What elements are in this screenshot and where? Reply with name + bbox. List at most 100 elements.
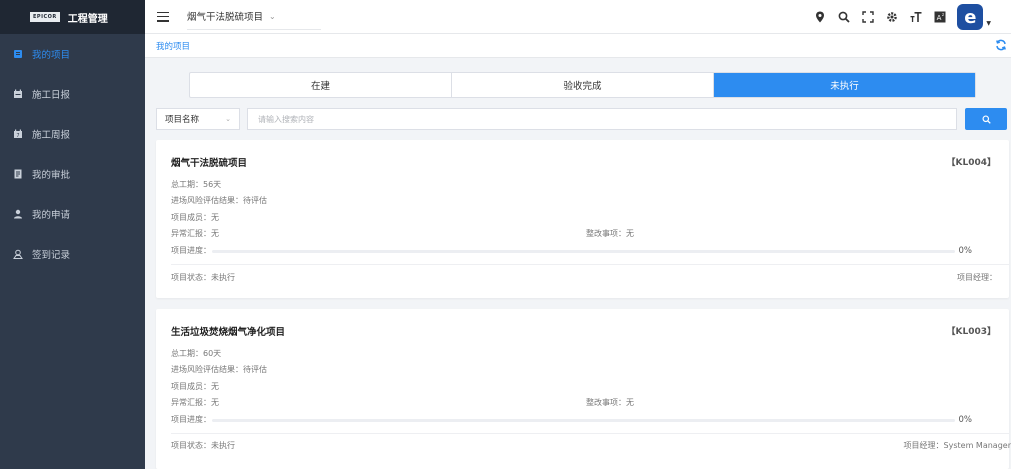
anomaly-value: 无 bbox=[211, 229, 219, 238]
search-input[interactable] bbox=[247, 108, 957, 130]
chevron-down-icon: ⌄ bbox=[269, 11, 276, 21]
status-tabs: 在建 验收完成 未执行 bbox=[189, 72, 976, 98]
settings-icon[interactable] bbox=[885, 11, 898, 24]
user-avatar[interactable]: e bbox=[957, 4, 984, 30]
project-code: 【KL004】 bbox=[946, 158, 997, 168]
project-card[interactable]: 烟气干法脱硫项目 【KL004】 总工期：56天 进场风险评估结果：待评估 项目… bbox=[156, 140, 1009, 298]
sidebar-item-my-approvals[interactable]: 我的审批 bbox=[0, 154, 145, 194]
search-bar: 项目名称 ⌄ bbox=[156, 108, 1009, 130]
progress-percent: 0% bbox=[958, 415, 973, 425]
daily-report-icon bbox=[11, 87, 25, 101]
members-value: 无 bbox=[211, 213, 219, 222]
card-divider bbox=[171, 264, 1009, 265]
manager-field: 项目经理： bbox=[957, 272, 997, 283]
manager-label: 项目经理： bbox=[903, 441, 944, 450]
risk-field: 进场风险评估结果：待评估 bbox=[171, 195, 267, 206]
project-icon bbox=[11, 47, 25, 61]
status-value: 未执行 bbox=[211, 273, 235, 282]
sidebar-item-my-applications[interactable]: 我的申请 bbox=[0, 194, 145, 234]
search-button[interactable] bbox=[965, 108, 1007, 130]
project-code: 【KL003】 bbox=[946, 327, 997, 337]
manager-field: 项目经理：System Manager bbox=[904, 440, 1011, 451]
sidebar-item-checkin-records[interactable]: 签到记录 bbox=[0, 234, 145, 274]
sidebar: EPICOR 工程管理 我的项目 施工日报 7 施工周报 我的审批 我的申请 签… bbox=[0, 0, 145, 469]
chevron-down-icon: ⌄ bbox=[225, 115, 231, 123]
tab-acceptance-completed[interactable]: 验收完成 bbox=[452, 73, 714, 97]
tab-not-executed[interactable]: 未执行 bbox=[714, 73, 975, 97]
project-name[interactable]: 生活垃圾焚烧烟气净化项目 bbox=[171, 324, 285, 338]
members-field: 项目成员：无 bbox=[171, 212, 219, 223]
font-size-icon[interactable] bbox=[909, 11, 922, 24]
sidebar-item-label: 我的审批 bbox=[32, 170, 71, 181]
svg-text:A: A bbox=[936, 14, 941, 22]
progress-label: 项目进度： bbox=[171, 415, 211, 424]
manager-value: System Manager bbox=[943, 441, 1011, 450]
svg-text:z: z bbox=[942, 12, 944, 17]
project-selector[interactable]: 烟气干法脱硫项目 ⌄ bbox=[187, 4, 321, 30]
refresh-icon[interactable] bbox=[995, 39, 1007, 51]
members-value: 无 bbox=[211, 382, 219, 391]
rectification-field: 整改事项：无 bbox=[586, 397, 634, 408]
progress-percent: 0% bbox=[958, 246, 973, 256]
rectification-value: 无 bbox=[626, 229, 634, 238]
main-content: 在建 验收完成 未执行 项目名称 ⌄ 烟气干法脱硫项目 【KL004】 总工期：… bbox=[145, 58, 1011, 469]
progress-bar bbox=[212, 250, 955, 253]
top-header: 烟气干法脱硫项目 ⌄ Az e ▼ bbox=[145, 0, 1011, 34]
progress-bar bbox=[212, 419, 955, 422]
risk-label: 进场风险评估结果： bbox=[171, 365, 243, 374]
project-card[interactable]: 生活垃圾焚烧烟气净化项目 【KL003】 总工期：60天 进场风险评估结果：待评… bbox=[156, 309, 1011, 469]
sidebar-item-label: 施工日报 bbox=[32, 90, 71, 101]
translate-icon[interactable]: Az bbox=[933, 11, 946, 24]
sidebar-item-my-projects[interactable]: 我的项目 bbox=[0, 34, 145, 74]
duration-value: 56天 bbox=[203, 180, 222, 189]
risk-value: 待评估 bbox=[243, 196, 267, 205]
card-divider bbox=[171, 433, 1009, 434]
search-field-select[interactable]: 项目名称 ⌄ bbox=[156, 108, 240, 130]
search-field-value: 项目名称 bbox=[165, 115, 200, 125]
members-label: 项目成员： bbox=[171, 213, 211, 222]
caret-down-icon[interactable]: ▼ bbox=[986, 20, 991, 27]
anomaly-field: 异常汇报：无 bbox=[171, 397, 219, 408]
status-field: 项目状态：未执行 bbox=[171, 440, 235, 451]
search-icon[interactable] bbox=[837, 11, 850, 24]
manager-label: 项目经理： bbox=[957, 273, 997, 282]
menu-toggle-icon[interactable] bbox=[157, 11, 169, 23]
location-icon[interactable] bbox=[813, 11, 826, 24]
duration-label: 总工期： bbox=[171, 349, 203, 358]
sidebar-item-daily-report[interactable]: 施工日报 bbox=[0, 74, 145, 114]
risk-field: 进场风险评估结果：待评估 bbox=[171, 364, 267, 375]
anomaly-label: 异常汇报： bbox=[171, 229, 211, 238]
brand: EPICOR 工程管理 bbox=[0, 0, 145, 34]
current-project-name: 烟气干法脱硫项目 bbox=[187, 12, 264, 23]
app-root: EPICOR 工程管理 我的项目 施工日报 7 施工周报 我的审批 我的申请 签… bbox=[0, 0, 1011, 469]
sidebar-item-label: 我的项目 bbox=[32, 50, 71, 61]
duration-value: 60天 bbox=[203, 349, 222, 358]
status-field: 项目状态：未执行 bbox=[171, 272, 235, 283]
project-name[interactable]: 烟气干法脱硫项目 bbox=[171, 155, 247, 169]
search-icon bbox=[981, 114, 991, 124]
header-toolbar: Az e ▼ bbox=[813, 0, 991, 34]
duration-field: 总工期：60天 bbox=[171, 348, 221, 359]
members-field: 项目成员：无 bbox=[171, 381, 219, 392]
status-label: 项目状态： bbox=[171, 441, 211, 450]
anomaly-value: 无 bbox=[211, 398, 219, 407]
svg-text:7: 7 bbox=[16, 133, 19, 139]
app-title: 工程管理 bbox=[67, 13, 108, 25]
duration-label: 总工期： bbox=[171, 180, 203, 189]
breadcrumb-current[interactable]: 我的项目 bbox=[156, 40, 190, 52]
weekly-report-icon: 7 bbox=[11, 127, 25, 141]
approval-icon bbox=[11, 167, 25, 181]
sidebar-item-weekly-report[interactable]: 7 施工周报 bbox=[0, 114, 145, 154]
rectification-label: 整改事项： bbox=[586, 229, 626, 238]
user-icon bbox=[11, 207, 25, 221]
sidebar-item-label: 签到记录 bbox=[32, 250, 71, 261]
breadcrumb: 我的项目 bbox=[145, 34, 1011, 58]
members-label: 项目成员： bbox=[171, 382, 211, 391]
sidebar-item-label: 施工周报 bbox=[32, 130, 71, 141]
fullscreen-icon[interactable] bbox=[861, 11, 874, 24]
anomaly-label: 异常汇报： bbox=[171, 398, 211, 407]
status-value: 未执行 bbox=[211, 441, 235, 450]
rectification-value: 无 bbox=[626, 398, 634, 407]
tab-under-construction[interactable]: 在建 bbox=[190, 73, 452, 97]
rectification-label: 整改事项： bbox=[586, 398, 626, 407]
